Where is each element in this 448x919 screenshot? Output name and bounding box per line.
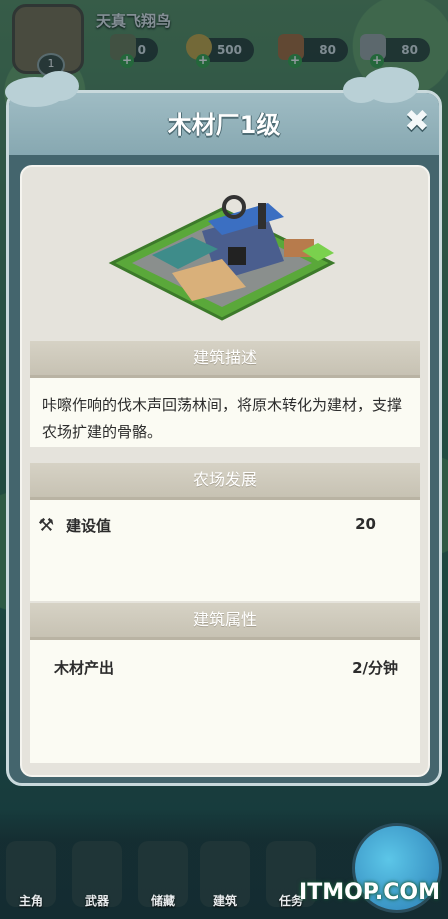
modal-title: 木材厂1级: [167, 111, 281, 139]
wood-output-label: 木材产出: [54, 659, 115, 677]
info-panel: 建筑描述 咔嚓作响的伐木声回荡林间，将原木转化为建材，支撑农场扩建的骨骼。 农场…: [20, 165, 430, 777]
modal-header: 木材厂1级 ✖: [5, 67, 439, 155]
description-section: 建筑描述 咔嚓作响的伐木声回荡林间，将原木转化为建材，支撑农场扩建的骨骼。: [30, 341, 420, 447]
section-header: 农场发展: [30, 463, 420, 500]
bottom-nav: 主角 武器 储藏 建筑 任务 ITMOP.COM: [0, 809, 448, 919]
section-header: 建筑属性: [30, 603, 420, 640]
nav-hero[interactable]: 主角: [6, 841, 56, 908]
sawmill-illustration: [22, 173, 428, 343]
nav-buildings[interactable]: 建筑: [200, 841, 250, 908]
nav-storage[interactable]: 储藏: [138, 841, 188, 908]
hammer-wrench-icon: ⚒: [38, 515, 55, 536]
close-icon[interactable]: ✖: [401, 105, 433, 139]
building-description: 咔嚓作响的伐木声回荡林间，将原木转化为建材，支撑农场扩建的骨骼。: [42, 396, 403, 441]
cloud-decoration: [343, 77, 379, 103]
nav-weapons[interactable]: 武器: [72, 841, 122, 908]
section-header: 建筑描述: [30, 341, 420, 378]
nav-label: 主角: [18, 894, 43, 908]
construction-value: 20: [355, 515, 376, 533]
attributes-section: 建筑属性 木材产出 2/分钟: [30, 603, 420, 763]
development-section: 农场发展 ⚒ 建设值 20: [30, 463, 420, 601]
nav-label: 储藏: [150, 894, 175, 908]
nav-label: 建筑: [212, 894, 237, 908]
watermark: ITMOP.COM: [299, 880, 440, 905]
construction-label: 建设值: [66, 517, 112, 535]
wood-output-value: 2/分钟: [352, 659, 398, 677]
cloud-decoration: [39, 71, 79, 101]
building-info-modal: 木材厂1级 ✖ 建筑描述 咔嚓作响的伐木声回荡林间，将原木转化为建材，支撑农场扩…: [5, 67, 442, 786]
nav-label: 武器: [84, 894, 109, 908]
